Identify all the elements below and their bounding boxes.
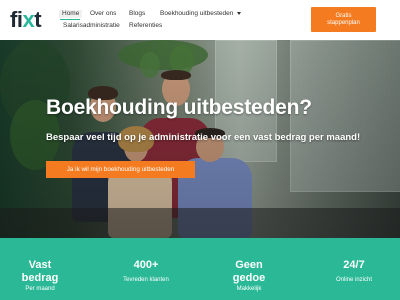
- nav-blogs[interactable]: Blogs: [129, 10, 145, 18]
- stat-geen-gedoe: Geen gedoe Makkelijk: [232, 259, 266, 292]
- nav-boekhouding-uitbesteden[interactable]: Boekhouding uitbesteden: [160, 10, 242, 18]
- nav-over-ons[interactable]: Over ons: [90, 10, 116, 18]
- stat-tevreden-klanten: 400+ Tevreden klanten: [123, 259, 169, 283]
- fixt-logo[interactable]: fixt: [10, 8, 42, 32]
- hero-subtitle: Bespaar veel tijd op je administratie vo…: [46, 132, 361, 143]
- hero-cta-button[interactable]: Ja ik wil mijn boekhouding uitbesteden: [46, 161, 195, 178]
- caret-down-icon: [237, 11, 242, 15]
- hero-section: Boekhouding uitbesteden? Bespaar veel ti…: [0, 40, 400, 238]
- stat-vast-bedrag: Vast bedrag Per maand: [21, 259, 59, 292]
- hero-title: Boekhouding uitbesteden?: [46, 96, 312, 119]
- nav-referenties[interactable]: Referenties: [129, 22, 162, 30]
- site-header: fixt Home Over ons Blogs Boekhouding uit…: [0, 0, 400, 40]
- nav-salarisadministratie[interactable]: Salarisadministratie: [63, 22, 120, 30]
- stats-band: Vast bedrag Per maand 400+ Tevreden klan…: [0, 238, 400, 300]
- nav-home-active-indicator: [60, 19, 80, 20]
- nav-home[interactable]: Home: [59, 10, 83, 18]
- gratis-stappenplan-button[interactable]: Gratis stappenplan: [311, 7, 376, 32]
- stat-online-inzicht: 24/7 Online inzicht: [335, 259, 373, 283]
